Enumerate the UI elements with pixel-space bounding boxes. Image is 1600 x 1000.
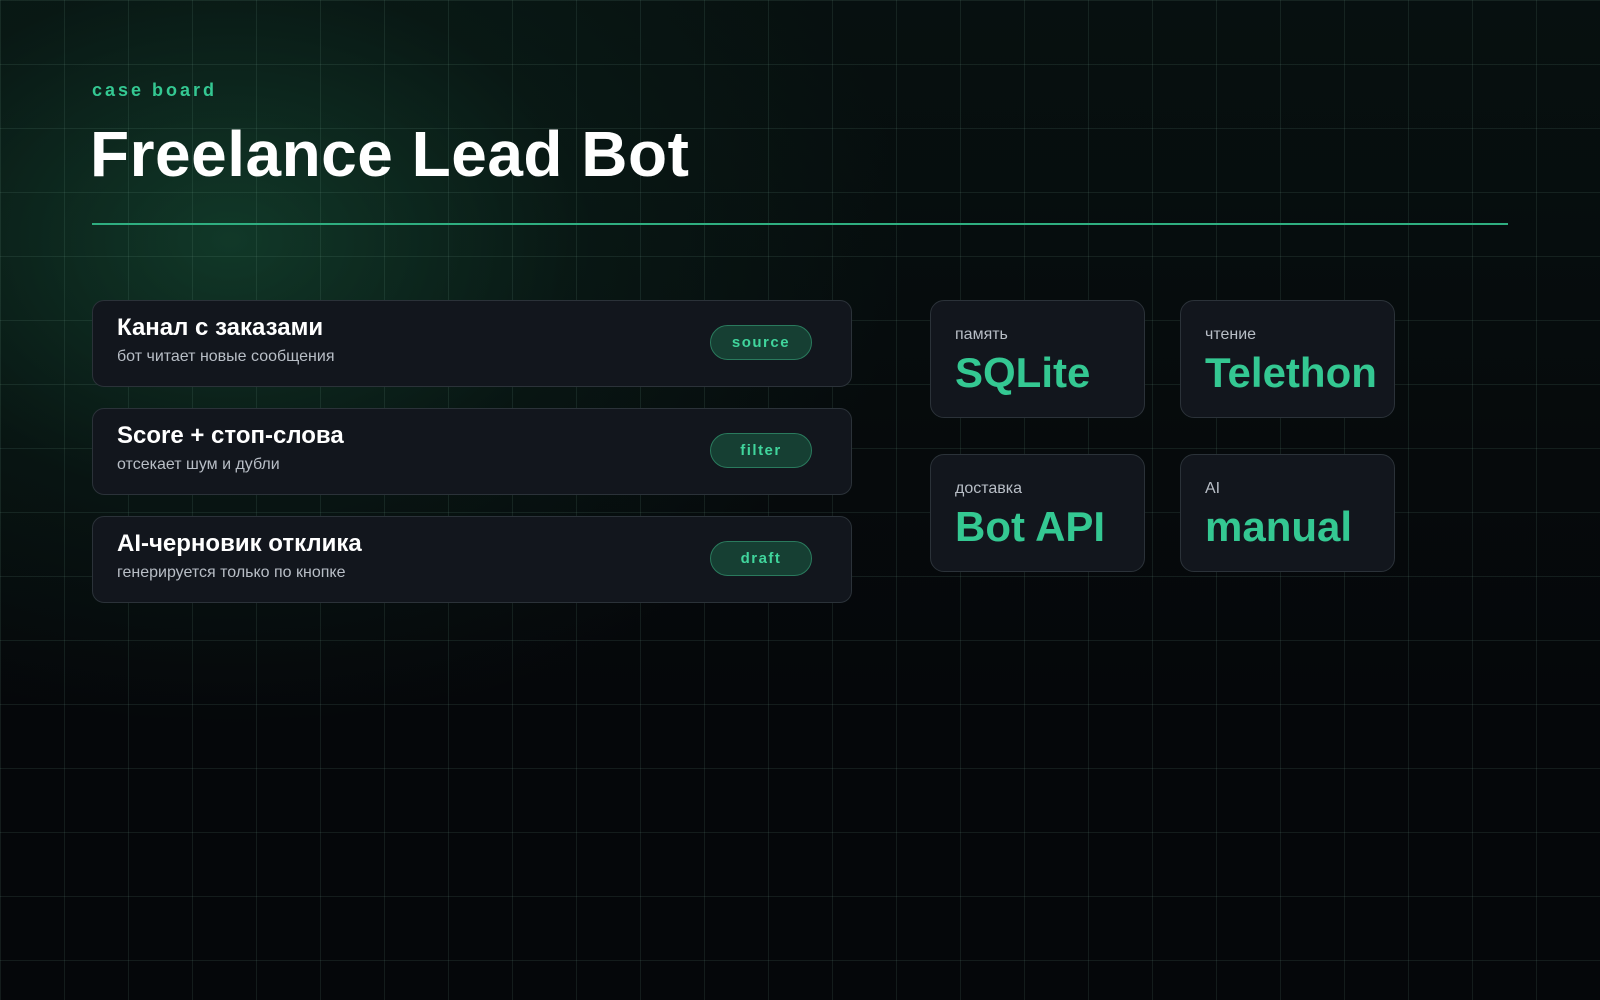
header-divider (92, 223, 1508, 225)
stat-label: чтение (1205, 326, 1257, 343)
stat-value: Telethon (1205, 349, 1377, 396)
pipeline-step-source: Канал с заказами бот читает новые сообще… (92, 300, 852, 387)
stat-card-delivery: доставка Bot API (930, 454, 1145, 572)
pipeline-step-draft: AI-черновик отклика генерируется только … (92, 516, 852, 603)
stat-label: память (955, 326, 1008, 343)
step-badge: source (710, 325, 812, 360)
step-badge: draft (710, 541, 812, 576)
pipeline-list: Канал с заказами бот читает новые сообще… (92, 300, 852, 624)
stat-card-ai: AI manual (1180, 454, 1395, 572)
step-badge: filter (710, 433, 812, 468)
stat-card-storage: память SQLite (930, 300, 1145, 418)
eyebrow-label: case board (92, 80, 218, 100)
stat-value: manual (1205, 503, 1353, 550)
case-board: case board Freelance Lead Bot Канал с за… (0, 0, 1600, 1000)
stat-label: доставка (955, 480, 1023, 497)
page-title: Freelance Lead Bot (90, 118, 690, 190)
stat-card-reading: чтение Telethon (1180, 300, 1395, 418)
stat-value: SQLite (955, 349, 1091, 396)
pipeline-step-filter: Score + стоп-слова отсекает шум и дубли … (92, 408, 852, 495)
stat-value: Bot API (955, 503, 1106, 550)
stat-label: AI (1205, 480, 1221, 497)
